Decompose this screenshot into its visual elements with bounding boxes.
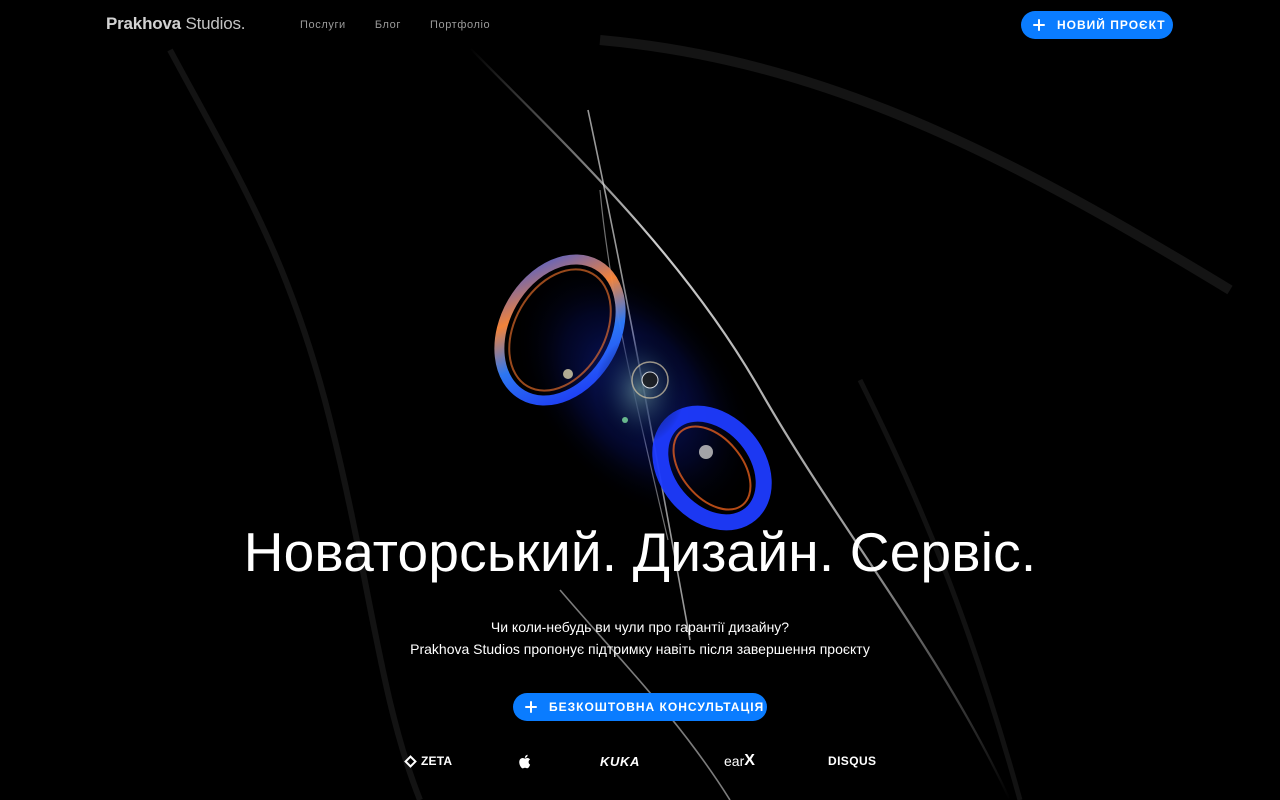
nav-item-services[interactable]: Послуги	[300, 17, 346, 33]
site-header: Prakhova Studios. Послуги Блог Портфоліо…	[0, 0, 1280, 50]
free-consultation-button[interactable]: БЕЗКОШТОВНА КОНСУЛЬТАЦІЯ	[513, 693, 767, 721]
zeta-logo-text: ZETA	[421, 754, 453, 768]
studio-logo[interactable]: Prakhova Studios.	[106, 13, 246, 35]
new-project-button[interactable]: НОВИЙ ПРОЄКТ	[1021, 11, 1173, 39]
disqus-logo: DISQUS	[828, 754, 877, 768]
client-logos: ZETA KUKA ear X DISQUS	[0, 750, 1280, 772]
kuka-logo: KUKA	[600, 753, 640, 769]
apple-logo-icon	[518, 750, 531, 772]
plus-icon	[525, 701, 537, 713]
plus-icon	[1033, 19, 1045, 31]
logo-bold-text: Prakhova	[106, 14, 181, 33]
logo-light-text: Studios.	[180, 14, 246, 33]
new-project-label: НОВИЙ ПРОЄКТ	[1057, 18, 1166, 32]
zeta-diamond-icon	[404, 754, 417, 768]
hero-subtitle-line-2: Prakhova Studios пропонує підтримку наві…	[410, 641, 870, 657]
main-nav: Послуги Блог Портфоліо	[300, 17, 490, 33]
hero-title: Новаторський. Дизайн. Сервіс.	[243, 521, 1037, 583]
zeta-logo: ZETA	[404, 750, 453, 772]
earx-logo-prefix: ear	[724, 753, 745, 769]
hero-subtitle-line-1: Чи коли-небудь ви чули про гарантії диза…	[490, 619, 790, 635]
free-consultation-label: БЕЗКОШТОВНА КОНСУЛЬТАЦІЯ	[549, 700, 765, 714]
hero-background-artwork	[167, 35, 1233, 800]
nav-item-blog[interactable]: Блог	[375, 17, 401, 33]
earx-logo: ear X	[724, 750, 755, 772]
earx-logo-suffix: X	[744, 752, 755, 769]
nav-item-portfolio[interactable]: Портфоліо	[430, 17, 490, 33]
hero-subtitle: Чи коли-небудь ви чули про гарантії диза…	[0, 616, 1280, 660]
